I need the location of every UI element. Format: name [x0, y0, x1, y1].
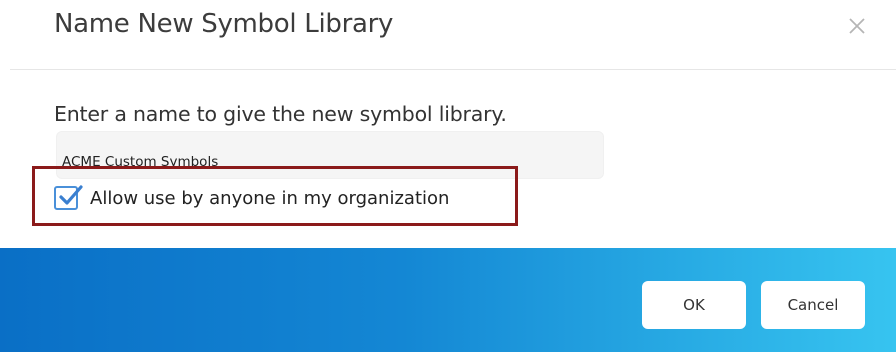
dialog-body: Enter a name to give the new symbol libr… [0, 70, 896, 248]
dialog-header: Name New Symbol Library [0, 0, 896, 70]
share-checkbox-row[interactable]: Allow use by anyone in my organization [54, 185, 449, 211]
dialog-title: Name New Symbol Library [54, 9, 394, 39]
share-checkbox-label: Allow use by anyone in my organization [90, 187, 450, 209]
dialog-footer: OK Cancel [0, 248, 896, 352]
checkmark-icon [59, 185, 83, 205]
dialog-prompt: Enter a name to give the new symbol libr… [54, 102, 507, 126]
share-checkbox[interactable] [54, 185, 83, 210]
ok-button[interactable]: OK [642, 281, 746, 329]
close-button[interactable] [840, 8, 874, 42]
cancel-button[interactable]: Cancel [761, 281, 865, 329]
close-icon [849, 18, 865, 34]
new-symbol-library-dialog: Name New Symbol Library Enter a name to … [0, 0, 896, 352]
